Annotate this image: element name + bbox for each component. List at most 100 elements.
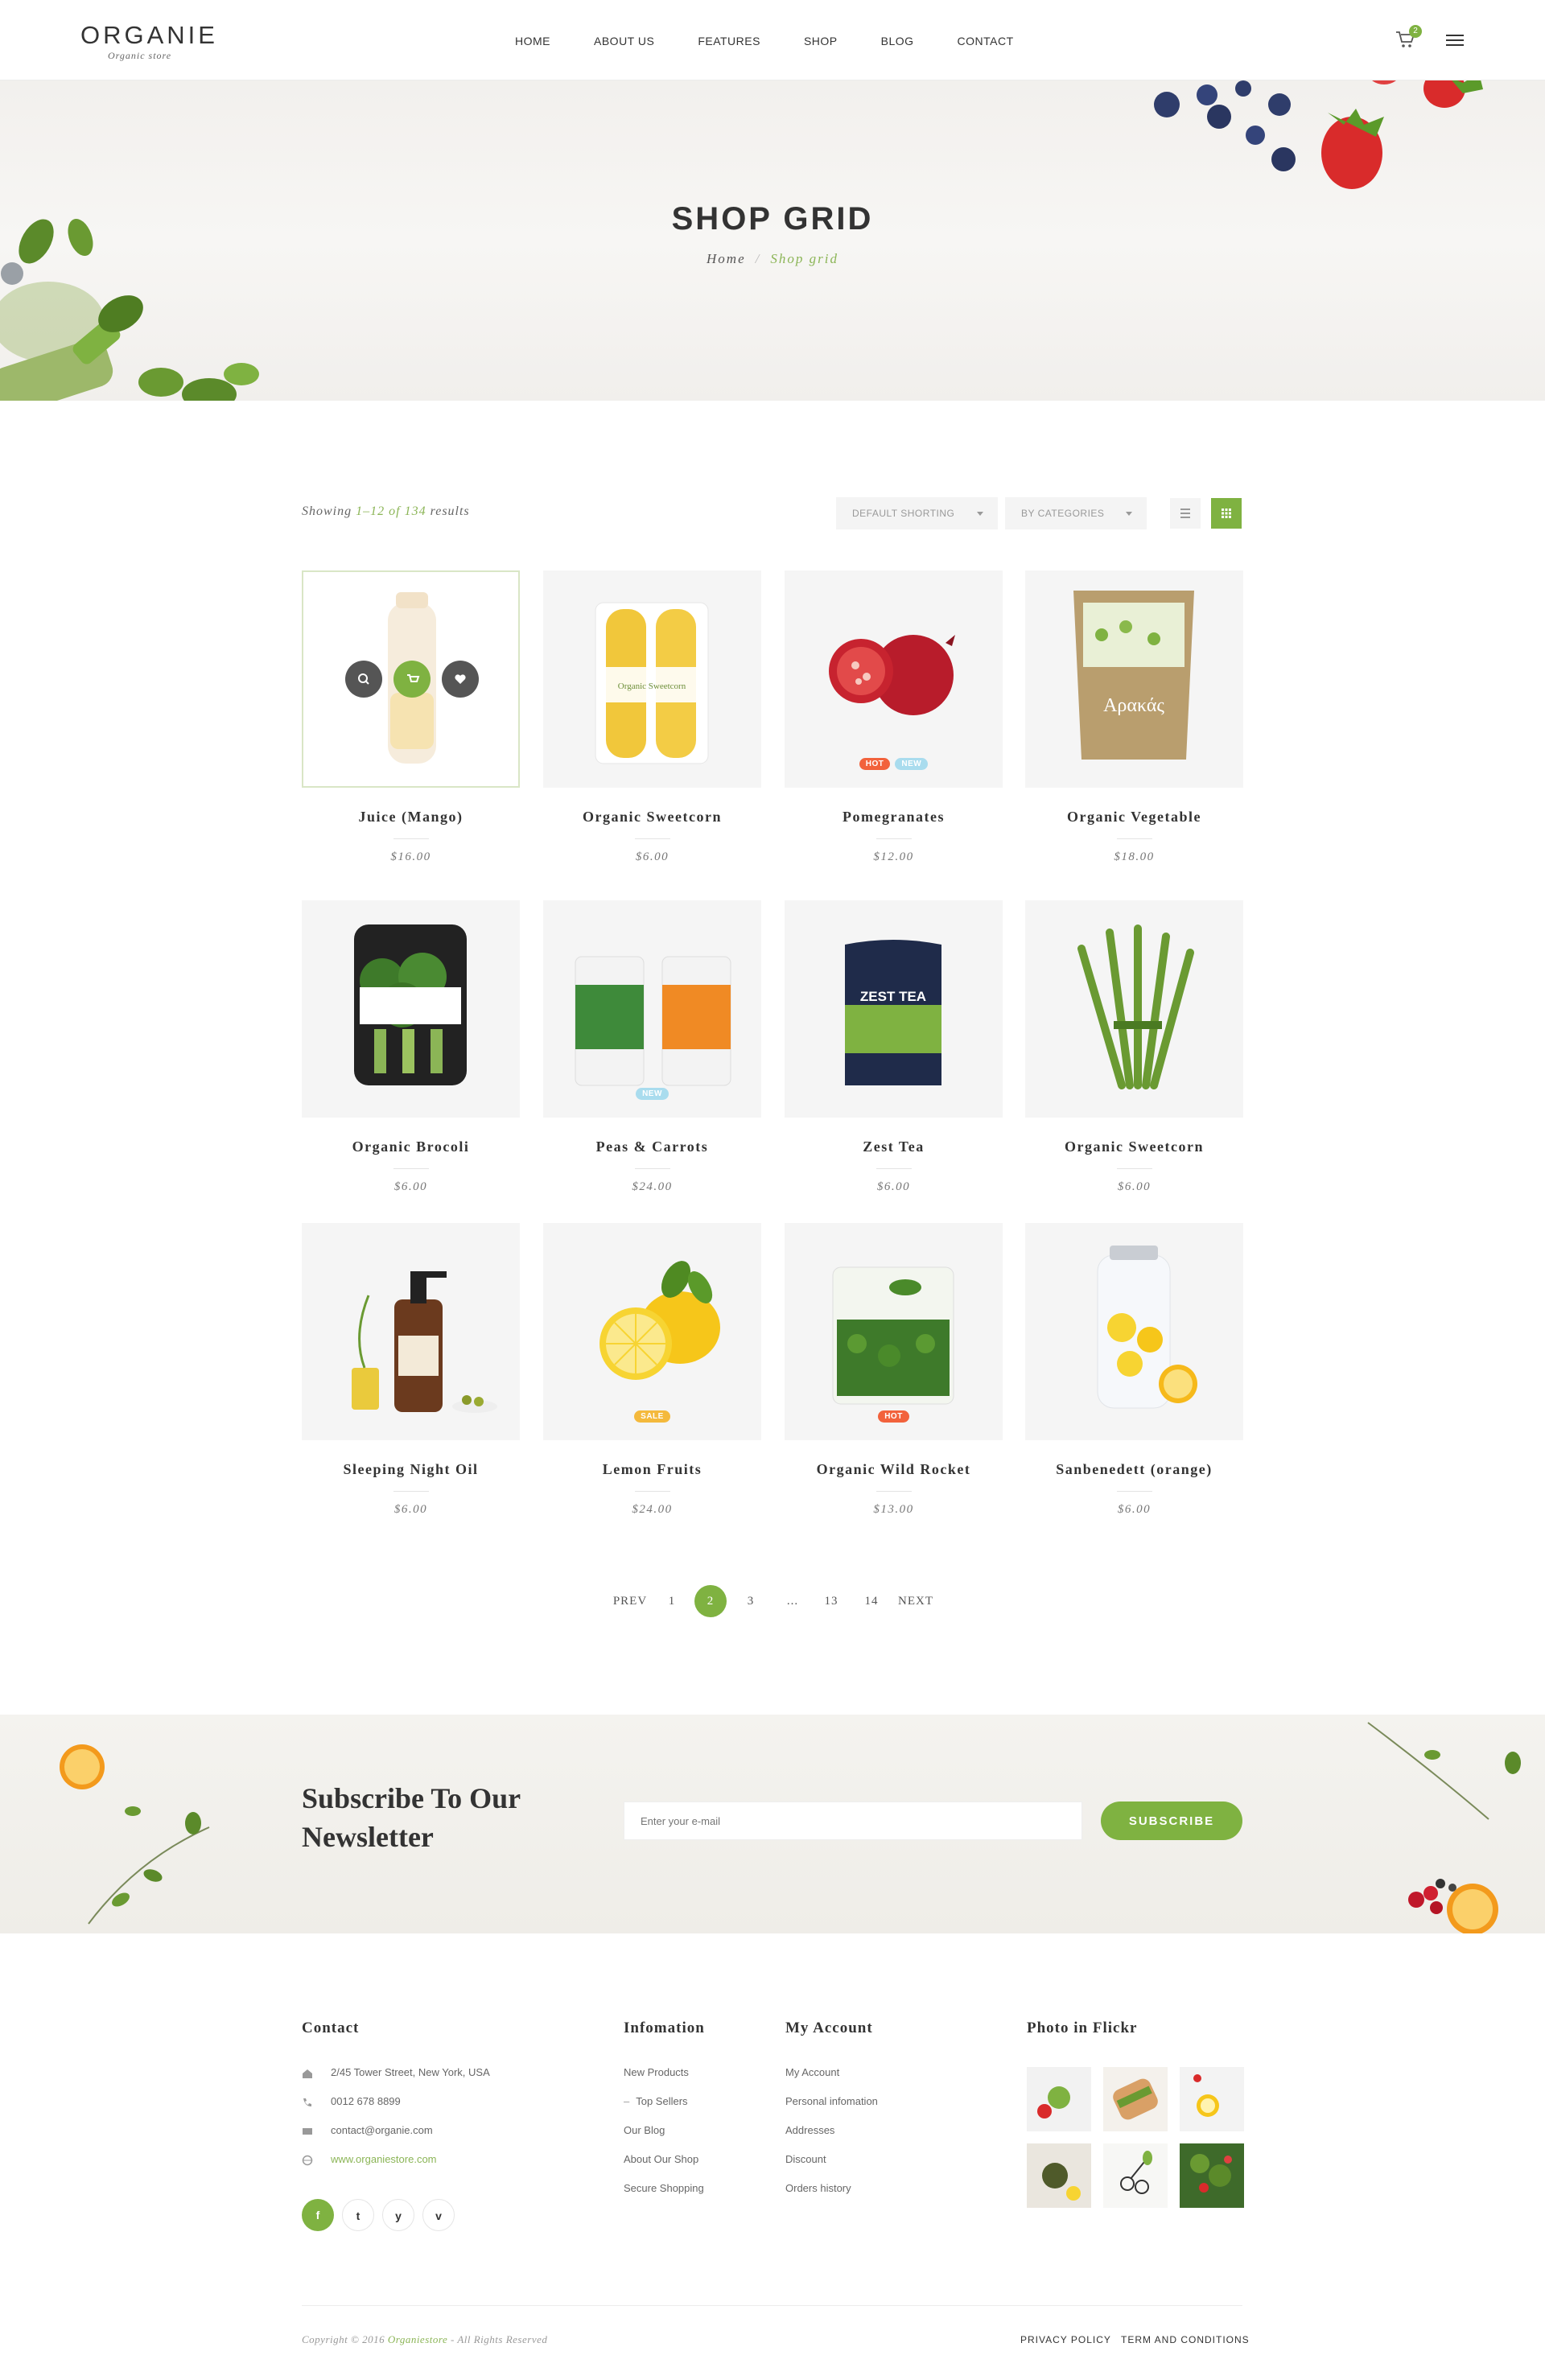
product-name[interactable]: Sleeping Night Oil bbox=[302, 1461, 520, 1478]
breadcrumb-separator: / bbox=[755, 251, 761, 266]
product-image[interactable] bbox=[1025, 900, 1243, 1118]
footer-link-our-blog[interactable]: Our Blog bbox=[624, 2124, 665, 2136]
results-range: 1–12 of 134 bbox=[356, 504, 426, 518]
product-image[interactable]: HOT NEW bbox=[785, 570, 1003, 788]
product-image[interactable]: HOT bbox=[785, 1223, 1003, 1440]
footer-link-new-products[interactable]: New Products bbox=[624, 2066, 689, 2078]
flickr-photo[interactable] bbox=[1103, 2067, 1168, 2131]
footer-link-secure-shopping[interactable]: Secure Shopping bbox=[624, 2182, 704, 2194]
contact-website[interactable]: www.organiestore.com bbox=[302, 2153, 543, 2169]
product-image[interactable]: SALE bbox=[543, 1223, 761, 1440]
badge-group: NEW bbox=[543, 1088, 761, 1100]
footer-link-discount[interactable]: Discount bbox=[785, 2153, 826, 2165]
product-name[interactable]: Zest Tea bbox=[785, 1139, 1003, 1155]
vimeo-button[interactable]: v bbox=[422, 2199, 455, 2231]
product-name[interactable]: Sanbenedett (orange) bbox=[1025, 1461, 1243, 1478]
facebook-button[interactable]: f bbox=[302, 2199, 334, 2231]
pagination-prev[interactable]: PREV bbox=[608, 1585, 653, 1617]
product-image[interactable] bbox=[1025, 1223, 1243, 1440]
product-name[interactable]: Peas & Carrots bbox=[543, 1139, 761, 1155]
cart-button[interactable]: 2 bbox=[1395, 25, 1422, 51]
divider bbox=[635, 838, 670, 839]
contact-phone: 0012 678 8899 bbox=[302, 2095, 543, 2111]
product-name[interactable]: Lemon Fruits bbox=[543, 1461, 761, 1478]
flickr-photo[interactable] bbox=[1180, 2067, 1244, 2131]
product-card: NEW Peas & Carrots $24.00 bbox=[543, 900, 761, 1206]
copyright: Copyright © 2016 Organiestore - All Righ… bbox=[302, 2333, 547, 2346]
product-name[interactable]: Organic Brocoli bbox=[302, 1139, 520, 1155]
copyright-suffix: - All Rights Reserved bbox=[447, 2333, 548, 2345]
cart-icon bbox=[407, 674, 420, 682]
flickr-photo[interactable] bbox=[1027, 2067, 1091, 2131]
footer-link-my-account[interactable]: My Account bbox=[785, 2066, 839, 2078]
list-view-button[interactable] bbox=[1170, 498, 1201, 529]
sort-dropdown[interactable]: DEFAULT SHORTING bbox=[836, 497, 998, 529]
quick-view-button[interactable] bbox=[345, 661, 382, 698]
copyright-brand[interactable]: Organiestore bbox=[388, 2333, 447, 2345]
youtube-button[interactable]: y bbox=[382, 2199, 414, 2231]
product-name[interactable]: Organic Wild Rocket bbox=[785, 1461, 1003, 1478]
footer-link-personal-info[interactable]: Personal infomation bbox=[785, 2095, 878, 2107]
privacy-policy-link[interactable]: PRIVACY POLICY bbox=[1020, 2334, 1111, 2345]
footer-link-orders-history[interactable]: Orders history bbox=[785, 2182, 851, 2194]
product-name[interactable]: Organic Vegetable bbox=[1025, 809, 1243, 826]
product-image[interactable] bbox=[302, 570, 520, 788]
product-name[interactable]: Organic Sweetcorn bbox=[543, 809, 761, 826]
grid-view-button[interactable] bbox=[1211, 498, 1242, 529]
product-price: $24.00 bbox=[632, 1180, 673, 1193]
new-badge: NEW bbox=[636, 1088, 669, 1100]
nav-contact[interactable]: CONTACT bbox=[958, 32, 1014, 50]
menu-icon[interactable] bbox=[1446, 31, 1464, 47]
flickr-photo[interactable] bbox=[1103, 2143, 1168, 2208]
footer-link-addresses[interactable]: Addresses bbox=[785, 2124, 834, 2136]
product-price: $12.00 bbox=[873, 850, 914, 863]
twitter-icon: t bbox=[356, 2209, 360, 2222]
wishlist-button[interactable] bbox=[442, 661, 479, 698]
nav-blog[interactable]: BLOG bbox=[881, 32, 914, 50]
flickr-photo[interactable] bbox=[1180, 2143, 1244, 2208]
subscribe-button[interactable]: SUBSCRIBE bbox=[1101, 1801, 1242, 1840]
pagination-page[interactable]: 3 bbox=[739, 1585, 763, 1617]
pagination-page[interactable]: 1 bbox=[660, 1585, 684, 1617]
category-dropdown[interactable]: BY CATEGORIES bbox=[1005, 497, 1147, 529]
nav-shop[interactable]: SHOP bbox=[804, 32, 838, 50]
dash-icon: – bbox=[624, 2095, 630, 2107]
footer-link-about-shop[interactable]: About Our Shop bbox=[624, 2153, 698, 2165]
pagination-page[interactable]: 14 bbox=[859, 1585, 884, 1617]
product-name[interactable]: Organic Sweetcorn bbox=[1025, 1139, 1243, 1155]
nav-features[interactable]: FEATURES bbox=[698, 32, 760, 50]
product-image[interactable]: Organic Sweetcorn bbox=[543, 570, 761, 788]
contact-email[interactable]: contact@organie.com bbox=[302, 2124, 543, 2140]
product-name[interactable]: Pomegranates bbox=[785, 809, 1003, 826]
pagination-next[interactable]: NEXT bbox=[893, 1585, 938, 1617]
product-card: Organic Sweetcorn $6.00 bbox=[1025, 900, 1243, 1206]
email-input[interactable] bbox=[624, 1801, 1082, 1840]
product-image[interactable] bbox=[302, 1223, 520, 1440]
product-name[interactable]: Juice (Mango) bbox=[302, 809, 520, 826]
product-image[interactable] bbox=[302, 900, 520, 1118]
cans-image bbox=[575, 956, 731, 1086]
logo-tagline: Organic store bbox=[108, 50, 172, 61]
terms-link[interactable]: TERM AND CONDITIONS bbox=[1121, 2334, 1250, 2345]
twitter-button[interactable]: t bbox=[342, 2199, 374, 2231]
logo[interactable]: ORGANIE Organic store bbox=[80, 21, 217, 69]
product-image[interactable]: Αρακάς bbox=[1025, 570, 1243, 788]
pagination-page-active[interactable]: 2 bbox=[694, 1585, 727, 1617]
youtube-icon: y bbox=[395, 2209, 402, 2222]
flickr-photo[interactable] bbox=[1027, 2143, 1091, 2208]
berries-decoration bbox=[1154, 80, 1483, 189]
pagination-page[interactable]: 13 bbox=[819, 1585, 843, 1617]
nav-about-us[interactable]: ABOUT US bbox=[594, 32, 654, 50]
product-image[interactable]: NEW bbox=[543, 900, 761, 1118]
breadcrumb-home[interactable]: Home bbox=[707, 251, 746, 266]
footer-link-label: Top Sellers bbox=[636, 2095, 688, 2107]
product-image[interactable]: ZEST TEA bbox=[785, 900, 1003, 1118]
add-to-cart-button[interactable] bbox=[393, 661, 431, 698]
search-icon bbox=[358, 673, 369, 685]
page-title: SHOP GRID bbox=[671, 201, 874, 237]
footer-link-top-sellers[interactable]: – Top Sellers bbox=[624, 2095, 688, 2107]
divider bbox=[876, 1168, 912, 1169]
product-price: $6.00 bbox=[1117, 1503, 1152, 1516]
orange-drink-image bbox=[1097, 1246, 1197, 1409]
nav-home[interactable]: HOME bbox=[515, 32, 550, 50]
